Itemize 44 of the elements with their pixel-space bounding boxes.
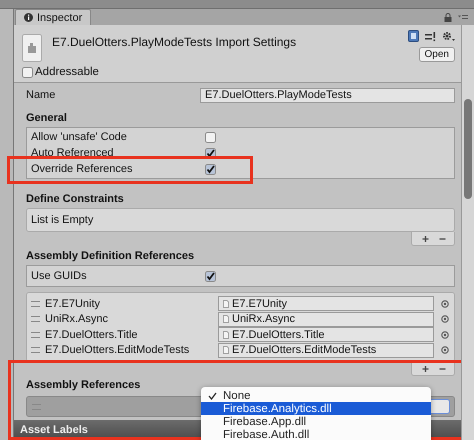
- empty-list-text: List is Empty: [31, 214, 94, 226]
- option-label: Auto Referenced: [31, 147, 115, 159]
- section-heading: Assembly Definition References: [26, 249, 196, 264]
- checkbox[interactable]: [22, 66, 33, 78]
- inspector-tab[interactable]: Inspector: [15, 9, 92, 25]
- help-book-icon[interactable]: [408, 30, 419, 42]
- open-button[interactable]: Open: [418, 47, 455, 62]
- asset-file-icon: [22, 34, 42, 62]
- reference-label: E7.DuelOtters.Title: [45, 328, 139, 341]
- add-button[interactable]: +: [422, 232, 429, 244]
- checkbox[interactable]: [205, 164, 216, 174]
- add-button[interactable]: +: [422, 362, 429, 374]
- info-icon: [24, 13, 33, 22]
- tab-label: Inspector: [37, 12, 82, 24]
- scrollbar-thumb[interactable]: [464, 99, 472, 199]
- remove-button[interactable]: −: [438, 232, 446, 244]
- menu-icon[interactable]: [458, 14, 468, 21]
- section-heading: General: [26, 111, 68, 126]
- checkbox[interactable]: [205, 270, 216, 282]
- reference-label: UniRx.Async: [45, 313, 109, 326]
- menu-item[interactable]: Firebase.Auth.dll: [201, 428, 431, 440]
- reference-field[interactable]: E7.DuelOtters.Title: [218, 327, 434, 342]
- section-heading: Assembly References: [26, 378, 142, 393]
- reference-field[interactable]: UniRx.Async: [218, 312, 434, 327]
- settings-icon[interactable]: [442, 30, 455, 42]
- option-label: Allow 'unsafe' Code: [31, 131, 128, 143]
- menu-item[interactable]: None: [201, 389, 431, 402]
- lock-icon[interactable]: [444, 13, 452, 22]
- remove-button[interactable]: −: [438, 362, 446, 374]
- menu-item[interactable]: Firebase.App.dll: [201, 415, 431, 428]
- inspector-title: E7.DuelOtters.PlayModeTests Import Settings: [52, 34, 298, 49]
- addressable-label: Addressable: [35, 66, 99, 78]
- option-label: Override References: [31, 163, 134, 175]
- reference-label: E7.E7Unity: [45, 298, 102, 310]
- reference-field[interactable]: E7.E7Unity: [218, 296, 434, 312]
- section-heading: Define Constraints: [26, 192, 125, 207]
- menu-item[interactable]: Firebase.Analytics.dll: [201, 402, 431, 415]
- name-field[interactable]: E7.DuelOtters.PlayModeTests: [200, 88, 455, 102]
- reference-field[interactable]: E7.DuelOtters.EditModeTests: [218, 342, 434, 358]
- checkbox[interactable]: [205, 132, 216, 142]
- name-label: Name: [26, 89, 56, 101]
- reference-label: E7.DuelOtters.EditModeTests: [45, 344, 190, 356]
- use-guids-label: Use GUIDs: [31, 270, 88, 282]
- preset-sliders-icon[interactable]: [425, 30, 436, 42]
